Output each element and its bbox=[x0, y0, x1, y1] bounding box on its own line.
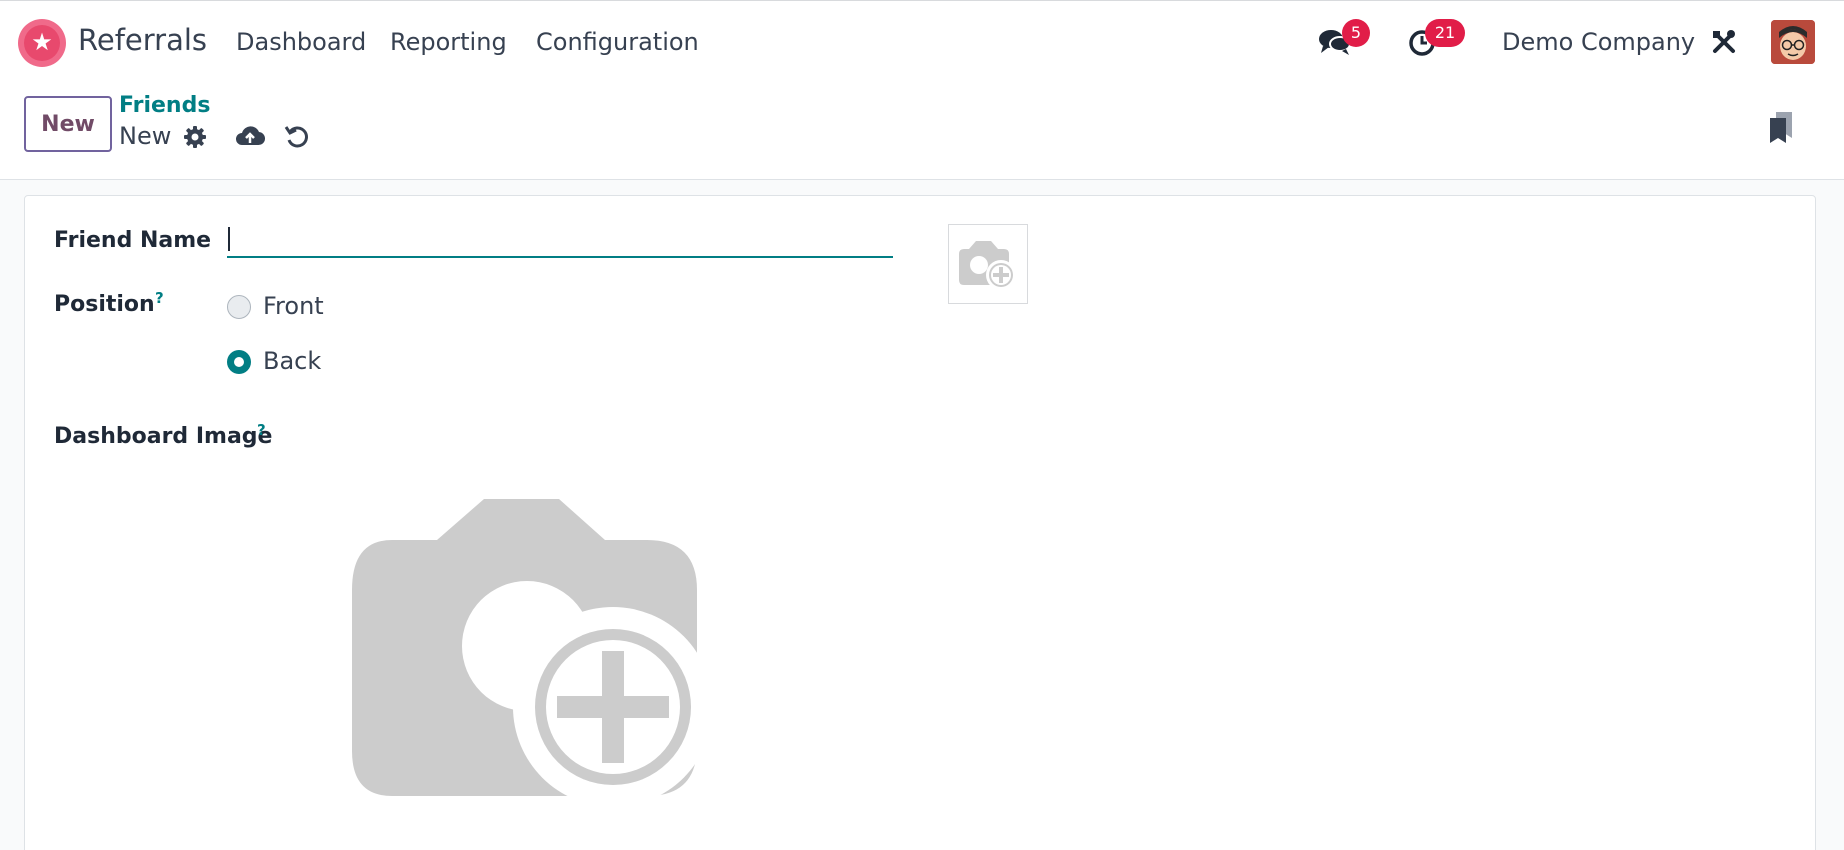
dashboard-image-help-tooltip[interactable]: ? bbox=[257, 421, 266, 439]
position-front-label[interactable]: Front bbox=[263, 292, 324, 320]
debug-tools-icon[interactable] bbox=[1710, 28, 1738, 56]
activities-count-badge: 21 bbox=[1425, 19, 1465, 47]
save-cloud-upload-icon[interactable] bbox=[235, 124, 266, 148]
dashboard-image-label: Dashboard Image bbox=[54, 424, 273, 449]
record-name: New bbox=[119, 122, 172, 150]
menu-reporting[interactable]: Reporting bbox=[390, 28, 507, 56]
user-avatar[interactable] bbox=[1771, 20, 1815, 64]
position-label: Position bbox=[54, 292, 155, 317]
camera-plus-icon bbox=[959, 241, 1016, 290]
text-caret bbox=[228, 227, 230, 251]
messages-count-badge: 5 bbox=[1342, 19, 1370, 47]
position-back-radio[interactable] bbox=[227, 350, 251, 374]
breadcrumb-friends[interactable]: Friends bbox=[119, 93, 210, 118]
menu-dashboard[interactable]: Dashboard bbox=[236, 28, 366, 56]
gear-icon[interactable] bbox=[183, 125, 207, 149]
position-help-tooltip[interactable]: ? bbox=[155, 289, 164, 307]
bookmarks-icon[interactable] bbox=[1767, 110, 1795, 144]
company-switcher[interactable]: Demo Company bbox=[1502, 28, 1695, 56]
position-front-radio[interactable] bbox=[227, 295, 251, 319]
menu-configuration[interactable]: Configuration bbox=[536, 28, 699, 56]
star-icon: ★ bbox=[31, 28, 53, 56]
referrals-app-icon[interactable]: ★ bbox=[18, 19, 66, 67]
control-panel: New Friends New bbox=[0, 82, 1844, 180]
friend-name-label: Friend Name bbox=[54, 228, 212, 253]
image-upload-thumbnail[interactable] bbox=[948, 224, 1028, 304]
dashboard-image-upload[interactable] bbox=[347, 496, 747, 836]
form-sheet: Friend Name Position ? Front Back Dashbo… bbox=[24, 195, 1816, 850]
friend-name-input[interactable] bbox=[227, 222, 893, 258]
discard-undo-icon[interactable] bbox=[284, 123, 310, 149]
main-navbar: ★ Referrals Dashboard Reporting Configur… bbox=[0, 0, 1844, 82]
new-record-button[interactable]: New bbox=[24, 96, 112, 152]
position-back-label[interactable]: Back bbox=[263, 347, 321, 375]
camera-plus-placeholder-icon bbox=[352, 499, 713, 807]
app-name[interactable]: Referrals bbox=[78, 23, 207, 57]
